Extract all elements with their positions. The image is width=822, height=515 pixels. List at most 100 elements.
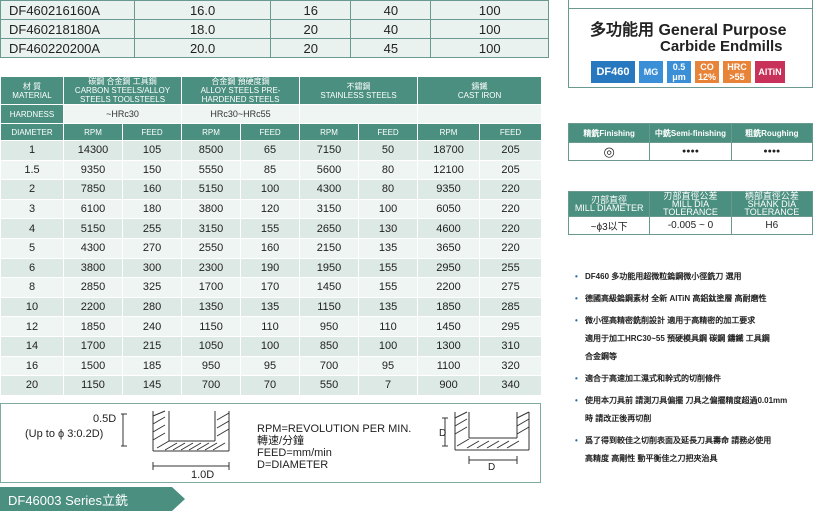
rpm-cell: 1700 — [63, 335, 123, 357]
table-row: 10 2200 280 1350 135 1150 135 1850 285 — [0, 296, 543, 318]
slot-cut-drawing — [121, 410, 230, 470]
note-item: • 爲了得到較佳之切削表面及延長刀具壽命 請務必使用 高精度 高剛性 動平衡佳之刀把… — [575, 432, 820, 468]
table-row: 6 3800 300 2300 190 1950 155 2950 255 — [0, 257, 543, 279]
legend-feed: FEED=mm/min — [257, 447, 332, 459]
mill-diameter-value: ~ϕ3以下 — [567, 216, 651, 235]
feed-cell: 300 — [121, 257, 183, 279]
feed-cell: 135 — [240, 296, 301, 318]
feed-cell: 215 — [121, 335, 183, 357]
rpm-cell: 7850 — [63, 179, 123, 200]
rpm-cell: 2550 — [181, 237, 242, 259]
feed-cell: 7 — [358, 375, 419, 396]
table-row: 1.5 9350 150 5550 85 5600 80 12100 205 — [0, 159, 543, 181]
rpm-cell: 2150 — [299, 237, 360, 259]
rpm-cell: 4300 — [63, 237, 123, 259]
rpm-cell: 2200 — [417, 277, 481, 298]
diameter-cell: 2 — [0, 179, 64, 200]
diameter-cell: 12 — [0, 316, 64, 337]
product-title-line2: Carbide Endmills — [660, 38, 783, 55]
feed-cell: 145 — [121, 375, 183, 396]
diameter-cell: 1.5 — [0, 159, 64, 181]
rpm-cell: 2300 — [181, 257, 242, 279]
rpm-cell: 18700 — [417, 140, 481, 161]
bullet-icon: • — [575, 374, 578, 383]
series-label: DF46003 Series立銑 — [8, 493, 128, 508]
feed-header: FEED — [240, 123, 301, 141]
rpm-cell: 1700 — [181, 277, 242, 298]
rpm-cell: 5550 — [181, 159, 242, 181]
rpm-cell: 1050 — [181, 335, 242, 357]
rpm-cell: 1100 — [417, 355, 481, 377]
note-text: 適合于高速加工濕式和幹式的切削條件 — [585, 374, 721, 383]
rpm-cell: 1350 — [181, 296, 242, 318]
feed-cell: 95 — [240, 355, 301, 377]
feed-cell: 255 — [121, 218, 183, 239]
rpm-cell: 6050 — [417, 198, 481, 220]
semi-finishing-header: 中銑Semi-finishing — [649, 123, 732, 143]
feed-cell: 285 — [479, 296, 543, 318]
diameter-cell: 3 — [0, 198, 64, 220]
feed-cell: 155 — [358, 257, 419, 279]
hardness-stainless — [299, 104, 419, 124]
rpm-cell: 2850 — [63, 277, 123, 298]
rpm-cell: 1300 — [417, 335, 481, 357]
legend-rpm-cn: 轉速/分鐘 — [257, 435, 305, 447]
hardness-label: HARDNESS — [0, 104, 64, 124]
rpm-cell: 1950 — [299, 257, 360, 279]
rpm-cell: 1450 — [299, 277, 360, 298]
rpm-cell: 3800 — [63, 257, 123, 279]
feed-cell: 270 — [121, 237, 183, 259]
feed-cell: 120 — [240, 198, 301, 220]
feed-cell: 220 — [479, 179, 543, 200]
bullet-icon: • — [575, 272, 578, 281]
rpm-cell: 3150 — [181, 218, 242, 239]
rpm-cell: 5600 — [299, 159, 360, 181]
feed-cell: 160 — [121, 179, 183, 200]
table-row: 16 1500 185 950 95 700 95 1100 320 — [0, 355, 543, 377]
table-row: 14 1700 215 1050 100 850 100 1300 310 — [0, 335, 543, 357]
note-text: 時 請改正後再切削 — [585, 414, 652, 423]
table-row: 1 14300 105 8500 65 7150 50 18700 205 — [0, 140, 543, 161]
size-cell-c: 45 — [350, 38, 432, 58]
feed-header: FEED — [358, 123, 419, 141]
table-row: 20 1150 145 700 70 550 7 900 340 — [0, 375, 543, 396]
feed-cell: 130 — [358, 218, 419, 239]
note-item: • 適合于高速加工濕式和幹式的切削條件 — [575, 370, 820, 388]
size-cell-code: DF460220200A — [0, 38, 135, 58]
shank-dia-tolerance-header: 柄部直徑公差 SHANK DIA TOLERANCE — [730, 191, 814, 217]
feature-badge: CO 12% — [695, 61, 719, 83]
material-label: 材 質 MATERIAL — [0, 76, 64, 105]
rpm-cell: 5150 — [63, 218, 123, 239]
feed-cell: 325 — [121, 277, 183, 298]
diameter-cell: 10 — [0, 296, 64, 318]
diameter-cell: 5 — [0, 237, 64, 259]
rpm-cell: 700 — [299, 355, 360, 377]
table-row: 5 4300 270 2550 160 2150 135 3650 220 — [0, 237, 543, 259]
semi-finishing-value: ●●●● — [649, 142, 732, 161]
product-title-line1: 多功能用 General Purpose — [590, 22, 787, 39]
feed-cell: 220 — [479, 237, 543, 259]
rpm-cell: 5150 — [181, 179, 242, 200]
feed-cell: 95 — [358, 355, 419, 377]
feed-cell: 205 — [479, 140, 543, 161]
feed-cell: 170 — [240, 277, 301, 298]
rpm-cell: 4300 — [299, 179, 360, 200]
roughing-value: ●●●● — [730, 142, 814, 161]
note-text: 爲了得到較佳之切削表面及延長刀具壽命 請務必使用 — [585, 436, 772, 445]
d-label-left: D — [439, 428, 447, 439]
feed-cell: 160 — [240, 237, 301, 259]
rpm-cell: 900 — [417, 375, 481, 396]
size-cell-b: 20 — [270, 38, 352, 58]
speed-feed-table: 材 質 MATERIAL 碳鋼 合金鋼 工具鋼 CARBON STEELS/AL… — [0, 76, 543, 396]
rpm-cell: 1850 — [417, 296, 481, 318]
mill-diameter-header: 刃部直徑 MILL DIAMETER — [567, 191, 651, 217]
table-row: 2 7850 160 5150 100 4300 80 9350 220 — [0, 179, 543, 200]
feed-cell: 205 — [479, 159, 543, 181]
note-item: • 使用本刀具前 請測刀具偏擺 刀具之偏擺精度超過0.01mm 時 請改正後再切削 — [575, 392, 820, 428]
rpm-cell: 6100 — [63, 198, 123, 220]
rpm-cell: 1150 — [299, 296, 360, 318]
rpm-cell: 7150 — [299, 140, 360, 161]
table-row: 4 5150 255 3150 155 2650 130 4600 220 — [0, 218, 543, 239]
rpm-cell: 9350 — [63, 159, 123, 181]
size-cell-d: 100 — [430, 0, 549, 20]
